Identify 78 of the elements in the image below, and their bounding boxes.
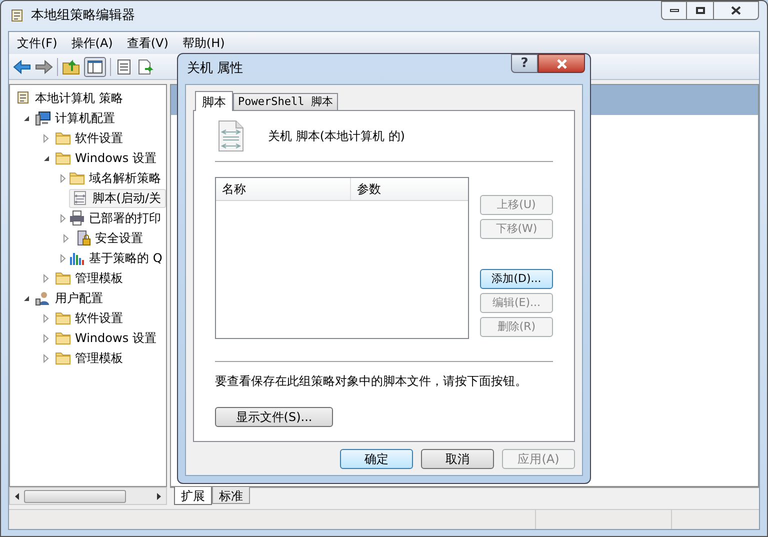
tree-item[interactable]: 计算机配置 — [32, 108, 120, 128]
script-heading: 关机 脚本(本地计算机 的) — [268, 128, 405, 145]
instruction-text: 要查看保存在此组策略对象中的脚本文件，请按下面按钮。 — [215, 373, 528, 390]
script-file-icon — [218, 120, 244, 152]
close-icon — [556, 58, 568, 68]
script-list[interactable]: 名称 参数 — [215, 177, 469, 339]
tree-item[interactable]: 脚本(启动/关 — [69, 188, 166, 208]
view-tab[interactable]: 扩展 — [174, 487, 212, 505]
help-button[interactable]: ? — [511, 54, 538, 73]
dialog-tab[interactable]: 脚本 — [195, 91, 233, 111]
expand-arrow-icon[interactable] — [43, 274, 49, 282]
dialog-title: 关机 属性 — [186, 60, 244, 78]
tree-item[interactable]: 用户配置 — [32, 288, 108, 308]
collapse-arrow-icon[interactable] — [22, 294, 30, 302]
view-tab[interactable]: 标准 — [212, 487, 250, 504]
tree-item[interactable]: Windows 设置 — [52, 328, 162, 348]
expand-arrow-icon[interactable] — [43, 354, 49, 362]
column-header[interactable]: 参数 — [351, 178, 468, 200]
scroll-icon — [9, 8, 25, 24]
action-button[interactable]: 添加(D)... — [480, 269, 553, 289]
bar-chart-icon — [69, 250, 85, 266]
scrollbar-thumb[interactable] — [24, 490, 126, 502]
dialog-tab[interactable]: PowerShell 脚本 — [233, 93, 338, 110]
expand-arrow-icon[interactable] — [60, 214, 66, 222]
scroll-icon — [15, 90, 31, 106]
dialog-button[interactable]: 取消 — [421, 448, 494, 468]
tree-item[interactable]: Windows 设置 — [52, 148, 162, 168]
maximize-button[interactable] — [687, 1, 713, 20]
expand-arrow-icon[interactable] — [43, 314, 49, 322]
folder-icon — [69, 170, 85, 186]
show-files-button[interactable]: 显示文件(S)... — [215, 407, 333, 427]
right-arrow-icon[interactable] — [157, 492, 161, 500]
folder-icon — [55, 130, 71, 146]
folder-icon — [55, 150, 71, 166]
tree-item[interactable]: 管理模板 — [52, 348, 128, 368]
printer-icon — [69, 210, 85, 226]
minimize-button[interactable] — [661, 1, 687, 20]
column-header[interactable]: 名称 — [216, 178, 351, 200]
menu-item[interactable]: 查看(V) — [120, 33, 174, 53]
tree-item[interactable]: 软件设置 — [52, 128, 128, 148]
tree-item[interactable]: 管理模板 — [52, 268, 128, 288]
tree-item[interactable]: 基于策略的 Q — [66, 248, 166, 268]
close-button[interactable] — [538, 54, 585, 73]
dialog-button[interactable]: 确定 — [340, 448, 413, 468]
folder-icon — [55, 330, 71, 346]
expand-arrow-icon[interactable] — [60, 254, 66, 262]
expand-arrow-icon[interactable] — [43, 334, 49, 342]
back-arrow-icon[interactable] — [13, 58, 31, 74]
expand-arrow-icon[interactable] — [63, 234, 69, 242]
tree-item[interactable]: 软件设置 — [52, 308, 128, 328]
menu-item[interactable]: 操作(A) — [65, 33, 119, 53]
collapse-arrow-icon[interactable] — [42, 154, 50, 162]
window-title: 本地组策略编辑器 — [31, 7, 135, 26]
pane-toggle-icon[interactable] — [84, 56, 106, 76]
computer-icon — [35, 110, 51, 126]
folder-up-icon[interactable] — [62, 58, 80, 74]
lock-icon — [75, 230, 91, 246]
expand-arrow-icon[interactable] — [60, 174, 66, 182]
menu-item[interactable]: 帮助(H) — [176, 33, 231, 53]
script-file-icon — [72, 190, 88, 206]
user-icon — [35, 290, 51, 306]
horizontal-scrollbar[interactable] — [9, 487, 167, 505]
tree-item[interactable]: 安全设置 — [72, 228, 148, 248]
menu-item[interactable]: 文件(F) — [11, 33, 64, 53]
tree-item[interactable]: 域名解析策略 — [66, 168, 166, 188]
close-button[interactable] — [713, 1, 759, 20]
tree-item[interactable]: 已部署的打印 — [66, 208, 166, 228]
folder-icon — [55, 350, 71, 366]
forward-arrow-icon[interactable] — [35, 58, 53, 74]
left-arrow-icon[interactable] — [15, 492, 19, 500]
list-icon[interactable] — [115, 58, 133, 74]
folder-icon — [55, 270, 71, 286]
collapse-arrow-icon[interactable] — [22, 114, 30, 122]
close-icon — [731, 6, 741, 15]
expand-arrow-icon[interactable] — [43, 134, 49, 142]
export-icon[interactable] — [137, 58, 155, 74]
folder-icon — [55, 310, 71, 326]
tree-item[interactable]: 本地计算机 策略 — [12, 88, 128, 108]
